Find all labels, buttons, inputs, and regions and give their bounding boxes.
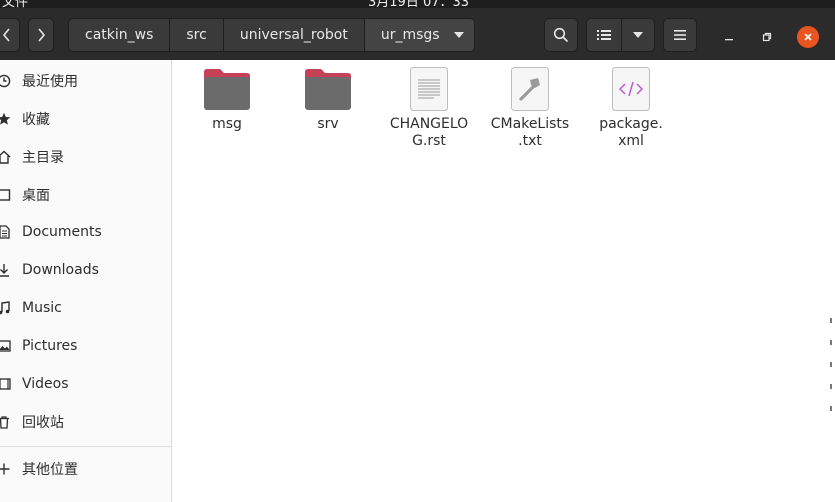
clock[interactable]: 3月19日 07：33 <box>368 0 469 8</box>
file-item-srv[interactable]: srv <box>281 65 375 133</box>
maximize-button[interactable] <box>757 27 777 47</box>
chevron-down-icon <box>453 32 464 38</box>
xml-file-icon <box>607 65 655 113</box>
breadcrumb-current-label: ur_msgs <box>380 27 440 43</box>
sidebar-item-other-locations[interactable]: 其他位置 <box>0 452 172 486</box>
sidebar-item-desktop[interactable]: 桌面 <box>0 178 172 212</box>
restore-icon <box>762 32 772 42</box>
breadcrumb-catkin-ws[interactable]: catkin_ws <box>68 18 170 52</box>
caret-down-icon <box>633 32 643 38</box>
file-name: srv <box>317 116 339 132</box>
file-item-cmakelists[interactable]: CMakeLists .txt <box>483 65 577 150</box>
file-name: package. xml <box>599 116 663 149</box>
videos-icon <box>0 376 12 392</box>
forward-button[interactable] <box>28 18 54 52</box>
file-name: msg <box>212 116 242 132</box>
star-icon <box>0 111 12 127</box>
sidebar-item-label: Downloads <box>22 262 99 278</box>
trash-icon <box>0 414 12 430</box>
sidebar-item-music[interactable]: Music <box>0 291 172 325</box>
plus-icon <box>0 461 12 477</box>
minimize-button[interactable] <box>719 27 739 47</box>
folder-icon <box>203 65 251 113</box>
breadcrumb-src[interactable]: src <box>169 18 223 52</box>
sidebar-item-home[interactable]: 主目录 <box>0 140 172 174</box>
sidebar-item-label: 桌面 <box>22 188 50 204</box>
sidebar-item-documents[interactable]: Documents <box>0 215 172 249</box>
file-name: CHANGELO G.rst <box>389 116 469 149</box>
sidebar-item-label: Music <box>22 300 62 316</box>
header-bar: catkin_ws src universal_robot ur_msgs <box>0 8 835 60</box>
sidebar-item-recent[interactable]: 最近使用 <box>0 64 172 98</box>
sidebar-item-label: Videos <box>22 376 69 392</box>
sidebar-item-videos[interactable]: Videos <box>0 367 172 401</box>
sidebar-item-pictures[interactable]: Pictures <box>0 329 172 363</box>
sidebar-item-label: 主目录 <box>22 150 64 166</box>
breadcrumb: catkin_ws src universal_robot ur_msgs <box>68 18 475 52</box>
sidebar-item-label: 回收站 <box>22 415 64 431</box>
downloads-icon <box>0 262 12 278</box>
breadcrumb-ur-msgs[interactable]: ur_msgs <box>363 18 475 52</box>
minimize-icon <box>725 39 733 41</box>
sidebar-item-label: 最近使用 <box>22 74 78 90</box>
chevron-left-icon <box>2 28 10 42</box>
back-button[interactable] <box>0 18 20 52</box>
file-view[interactable]: msg srv CHANGELO G.rst CMakeLists .txt p… <box>173 60 835 502</box>
text-file-icon <box>405 65 453 113</box>
file-item-msg[interactable]: msg <box>180 65 274 133</box>
clock-icon <box>0 73 12 89</box>
sidebar-item-label: 其他位置 <box>22 462 78 478</box>
sidebar-item-downloads[interactable]: Downloads <box>0 253 172 287</box>
sidebar-item-trash[interactable]: 回收站 <box>0 405 172 439</box>
cmake-file-icon <box>506 65 554 113</box>
app-menu-label[interactable]: 文件 <box>2 0 28 8</box>
sidebar-item-label: Documents <box>22 224 102 240</box>
sidebar-item-label: Pictures <box>22 338 78 354</box>
hamburger-menu-button[interactable] <box>663 18 697 52</box>
list-view-icon <box>597 30 611 40</box>
view-options-button[interactable] <box>621 18 655 52</box>
hamburger-icon <box>674 30 686 40</box>
breadcrumb-universal-robot[interactable]: universal_robot <box>222 18 364 52</box>
file-name: CMakeLists .txt <box>490 116 570 149</box>
pictures-icon <box>0 338 12 354</box>
desktop-icon <box>0 187 12 203</box>
sidebar-item-starred[interactable]: 收藏 <box>0 102 172 136</box>
sidebar-item-label: 收藏 <box>22 112 50 128</box>
documents-icon <box>0 224 12 240</box>
folder-icon <box>304 65 352 113</box>
file-item-package-xml[interactable]: package. xml <box>584 65 678 150</box>
sidebar: 最近使用 收藏 主目录 桌面 Documents Downloads Music… <box>0 60 172 502</box>
sidebar-divider <box>0 446 172 447</box>
top-panel: 文件 3月19日 07：33 <box>0 0 835 8</box>
chevron-right-icon <box>38 28 46 42</box>
close-button[interactable] <box>797 26 819 48</box>
search-icon <box>553 27 569 43</box>
music-icon <box>0 300 12 316</box>
close-icon <box>804 33 812 41</box>
edge-marks <box>830 318 833 428</box>
list-view-button[interactable] <box>586 18 622 52</box>
search-button[interactable] <box>544 18 578 52</box>
file-item-changelog[interactable]: CHANGELO G.rst <box>382 65 476 150</box>
home-icon <box>0 149 12 165</box>
